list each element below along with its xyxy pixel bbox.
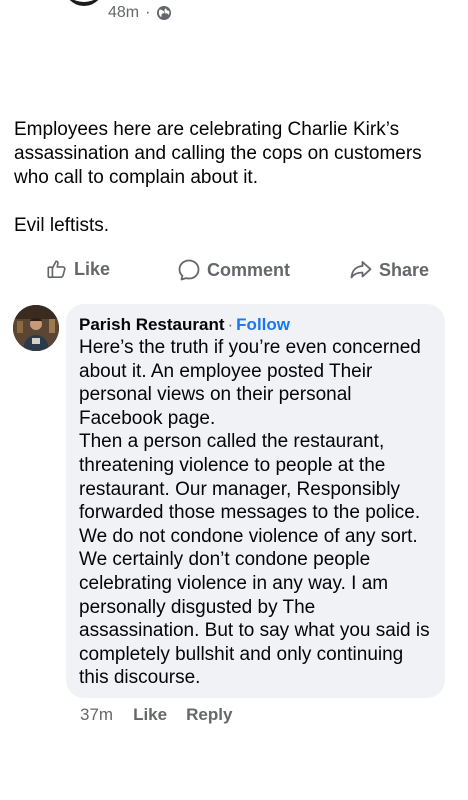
post-action-bar: Like Comment Share xyxy=(0,258,468,288)
comment-paragraph: Then a person called the restaurant, thr… xyxy=(79,431,430,689)
commenter-name[interactable]: Parish Restaurant xyxy=(79,315,225,334)
follow-link[interactable]: Follow xyxy=(236,315,290,334)
comment-footer: 37m Like Reply xyxy=(80,705,232,725)
meta-separator: · xyxy=(145,4,151,21)
share-button[interactable]: Share xyxy=(349,258,429,282)
post-meta: 48m · xyxy=(108,4,172,22)
comment-bubble: Parish Restaurant · Follow Here’s the trut… xyxy=(66,304,445,698)
share-arrow-icon xyxy=(350,261,372,279)
comment-paragraph: Here’s the truth if you’re even concerne… xyxy=(79,337,421,429)
comment-reply-link[interactable]: Reply xyxy=(186,705,232,725)
poster-avatar-fragment xyxy=(64,0,104,6)
post-time[interactable]: 48m xyxy=(108,4,139,22)
comment-text: Here’s the truth if you’re even concerne… xyxy=(79,336,431,690)
commenter-avatar[interactable] xyxy=(13,305,59,351)
like-label: Like xyxy=(74,258,111,279)
like-button[interactable]: Like xyxy=(46,258,110,280)
comment-bubble-icon xyxy=(178,259,200,281)
comment-header-separator: · xyxy=(227,315,234,334)
globe-icon xyxy=(156,5,172,21)
share-label: Share xyxy=(379,259,430,280)
comment-label: Comment xyxy=(207,259,291,280)
comment-like-link[interactable]: Like xyxy=(133,705,167,725)
thumbs-up-icon xyxy=(47,260,66,279)
comment-header: Parish Restaurant · Follow xyxy=(79,314,431,336)
post-paragraph: Evil leftists. xyxy=(14,215,110,236)
post-text: Employees here are celebrating Charlie K… xyxy=(14,118,459,238)
comment-time[interactable]: 37m xyxy=(80,705,113,725)
comment-button[interactable]: Comment xyxy=(177,258,290,282)
post-paragraph: Employees here are celebrating Charlie K… xyxy=(14,119,422,188)
